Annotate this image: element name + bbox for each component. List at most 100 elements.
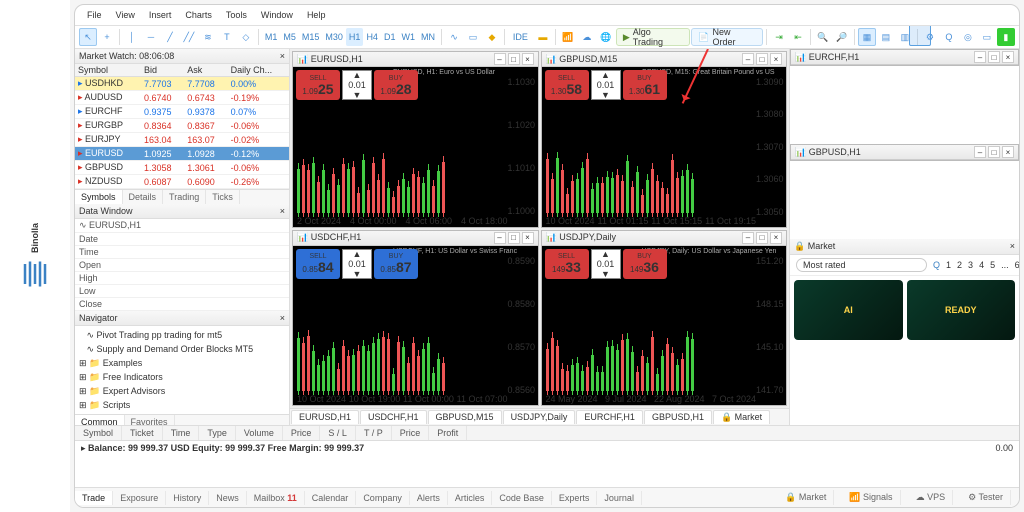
timeframe-M5[interactable]: M5 [280,28,299,46]
autoscroll-icon[interactable]: ⇥ [770,28,788,46]
zoomin-icon[interactable]: 🔍 [814,28,832,46]
timeframe-W1[interactable]: W1 [398,28,418,46]
timeframe-M15[interactable]: M15 [299,28,323,46]
tab-details[interactable]: Details [123,190,164,204]
menu-view[interactable]: View [110,8,141,22]
chart-tab[interactable]: USDCHF,H1 [360,410,427,424]
status-signals[interactable]: 📶 Signals [842,490,900,505]
timeframe-D1[interactable]: D1 [381,28,399,46]
close-icon[interactable]: × [770,232,782,244]
cursor-icon[interactable]: ↖ [79,28,97,46]
trendline-icon[interactable]: ╱ [161,28,179,46]
toolbox-tab-company[interactable]: Company [356,491,410,505]
chart-tab[interactable]: GBPUSD,M15 [428,410,502,424]
close-icon[interactable]: × [522,232,534,244]
nav-item[interactable]: ⊞ 📁 Free Indicators [79,370,285,384]
toolbox-tab-trade[interactable]: Trade [75,491,113,505]
crosshair-icon[interactable]: + [98,28,116,46]
symbol-row[interactable]: ▸ EURJPY163.04163.07-0.02% [75,133,289,147]
menu-window[interactable]: Window [255,8,299,22]
chart-tab[interactable]: EURCHF,H1 [576,410,643,424]
tab-trading[interactable]: Trading [163,190,206,204]
fibo-icon[interactable]: ≋ [199,28,217,46]
close-icon[interactable]: × [280,51,285,61]
toolbox-tab-alerts[interactable]: Alerts [410,491,448,505]
close-icon[interactable]: × [1002,51,1014,63]
menu-help[interactable]: Help [301,8,332,22]
chart-GBPUSD,M15[interactable]: 📊 GBPUSD,M15–□×GBPUSD, M15: Great Britai… [541,51,788,228]
symbol-row[interactable]: ▸ EURCHF0.93750.93780.07% [75,105,289,119]
globe-icon[interactable]: 🌐 [597,28,615,46]
chartshift-icon[interactable]: ⇤ [789,28,807,46]
toolbox-tab-mailbox[interactable]: Mailbox 11 [247,491,305,505]
page-link[interactable]: 1 [946,260,951,270]
menu-insert[interactable]: Insert [143,8,178,22]
toolbox-tab-code base[interactable]: Code Base [492,491,552,505]
page-link[interactable]: 6782 [1015,260,1019,270]
max-icon[interactable]: □ [756,53,768,65]
page-link[interactable]: 2 [957,260,962,270]
toolbox-tab-exposure[interactable]: Exposure [113,491,166,505]
tab-favorites[interactable]: Favorites [125,415,175,425]
timeframe-M1[interactable]: M1 [262,28,281,46]
zoomout-icon[interactable]: 🔎 [833,28,851,46]
menu-charts[interactable]: Charts [179,8,218,22]
max-icon[interactable]: □ [988,146,1000,158]
indicator-icon[interactable]: ∿ [445,28,463,46]
symbol-row[interactable]: ▸ EURUSD1.09251.0928-0.12% [75,147,289,161]
timeframe-M30[interactable]: M30 [322,28,346,46]
min-icon[interactable]: – [494,53,506,65]
tab-ticks[interactable]: Ticks [206,190,240,204]
toolbox-tab-journal[interactable]: Journal [597,491,642,505]
page-link[interactable]: 5 [990,260,995,270]
ide-button[interactable]: IDE [508,28,533,46]
fullscreen-icon[interactable]: ▮ [997,28,1015,46]
template-icon[interactable]: ▭ [464,28,482,46]
algo-trading-button[interactable]: ▶ Algo Trading [616,28,690,46]
menu-file[interactable]: File [81,8,108,22]
symbol-row[interactable]: ▸ EURGBP0.83640.8367-0.06% [75,119,289,133]
menu-tools[interactable]: Tools [220,8,253,22]
target-icon[interactable]: ◎ [959,28,977,46]
nav-item[interactable]: ∿ Pivot Trading pp trading for mt5 [79,328,285,342]
nav-item[interactable]: ⊞ 📁 Examples [79,356,285,370]
toolbox-tab-experts[interactable]: Experts [552,491,598,505]
chart-EURUSD,H1[interactable]: 📊 EURUSD,H1–□×EURUSD, H1: Euro vs US Dol… [292,51,539,228]
toolbox-tab-calendar[interactable]: Calendar [305,491,357,505]
close-icon[interactable]: × [522,53,534,65]
status-vps[interactable]: ☁ VPS [909,490,954,505]
timeframe-H4[interactable]: H4 [363,28,381,46]
timeframe-H1[interactable]: H1 [346,28,364,46]
toolbox-tab-history[interactable]: History [166,491,209,505]
min-icon[interactable]: – [974,51,986,63]
cascade-icon[interactable]: ▤ [877,28,895,46]
max-icon[interactable]: □ [508,53,520,65]
tab-symbols[interactable]: Symbols [75,190,123,204]
symbol-row[interactable]: ▸ GBPUSD1.30581.3061-0.06% [75,161,289,175]
min-icon[interactable]: – [742,232,754,244]
page-link[interactable]: ... [1001,260,1009,270]
vline-icon[interactable]: │ [123,28,141,46]
chart-GBPUSD,H1[interactable]: 📊 GBPUSD,H1–□×GBPUSD, H1: Great Britain … [790,144,1019,161]
min-icon[interactable]: – [494,232,506,244]
page-link[interactable]: 4 [979,260,984,270]
toolbox-tab-articles[interactable]: Articles [448,491,493,505]
hline-icon[interactable]: ─ [142,28,160,46]
symbol-row[interactable]: ▸ NZDUSD0.60870.6090-0.26% [75,175,289,189]
text-icon[interactable]: T [218,28,236,46]
shapes-icon[interactable]: ◇ [237,28,255,46]
market-card[interactable]: READY [907,280,1016,340]
chart-tab[interactable]: GBPUSD,H1 [644,410,712,424]
signal-icon[interactable]: 📶 [559,28,577,46]
chart-tab[interactable]: 🔒 Market [713,410,770,424]
new-order-button[interactable]: 📄 New Order [691,28,763,46]
close-icon[interactable]: × [280,313,285,323]
nav-item[interactable]: ⊞ 📁 Scripts [79,398,285,412]
page-link[interactable]: 3 [968,260,973,270]
nav-item[interactable]: ∿ Supply and Demand Order Blocks MT5 [79,342,285,356]
symbol-row[interactable]: ▸ USDHKD7.77037.77080.00% [75,77,289,91]
min-icon[interactable]: – [974,146,986,158]
object-icon[interactable]: ◆ [483,28,501,46]
max-icon[interactable]: □ [756,232,768,244]
tab-common[interactable]: Common [75,415,125,425]
